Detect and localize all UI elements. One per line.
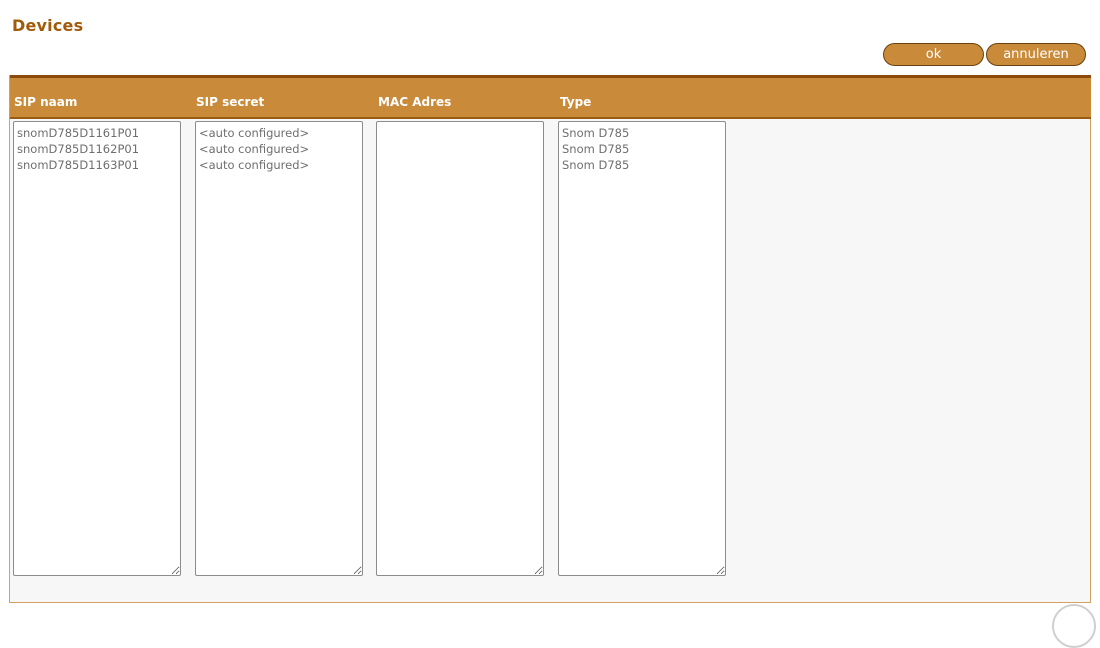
column-header-type: Type bbox=[560, 95, 592, 109]
sip-secret-textarea[interactable]: <auto configured> <auto configured> <aut… bbox=[195, 121, 363, 576]
corner-circle-icon bbox=[1052, 604, 1096, 648]
sip-naam-textarea[interactable]: snomD785D1161P01 snomD785D1162P01 snomD7… bbox=[13, 121, 181, 576]
type-textarea[interactable]: Snom D785 Snom D785 Snom D785 bbox=[558, 121, 726, 576]
column-header-mac-adres: MAC Adres bbox=[378, 95, 452, 109]
page-title: Devices bbox=[12, 16, 84, 35]
table-header: SIP naam SIP secret MAC Adres Type bbox=[10, 75, 1091, 119]
mac-adres-textarea[interactable] bbox=[376, 121, 544, 576]
cancel-button[interactable]: annuleren bbox=[986, 43, 1086, 66]
ok-button[interactable]: ok bbox=[883, 43, 984, 66]
devices-panel: SIP naam SIP secret MAC Adres Type snomD… bbox=[9, 75, 1091, 603]
column-header-sip-secret: SIP secret bbox=[196, 95, 265, 109]
column-header-sip-naam: SIP naam bbox=[14, 95, 78, 109]
